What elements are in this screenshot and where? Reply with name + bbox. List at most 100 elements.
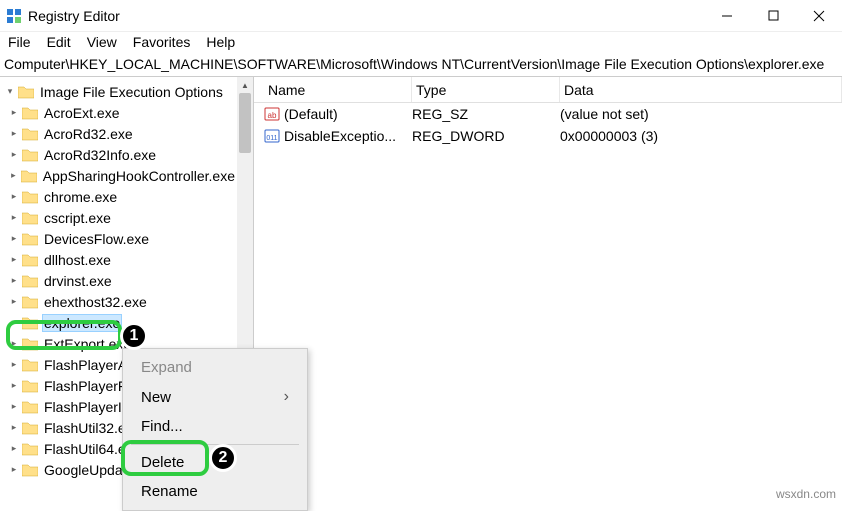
tree-item-label: chrome.exe — [42, 189, 119, 205]
column-data[interactable]: Data — [560, 77, 842, 102]
minimize-button[interactable] — [704, 0, 750, 32]
folder-icon — [22, 190, 38, 204]
tree-item[interactable]: ▸drvinst.exe — [0, 270, 237, 291]
chevron-right-icon[interactable]: ▸ — [8, 401, 20, 412]
chevron-right-icon[interactable]: ▸ — [8, 149, 20, 160]
folder-icon — [22, 274, 38, 288]
menu-view[interactable]: View — [87, 34, 117, 50]
tree-item-label: ehexthost32.exe — [42, 294, 149, 310]
tree-item[interactable]: ▸ AcroExt.exe — [0, 102, 237, 123]
value-row[interactable]: ab(Default)REG_SZ(value not set) — [254, 103, 842, 125]
folder-icon — [22, 442, 38, 456]
chevron-right-icon[interactable]: ▸ — [8, 233, 20, 244]
folder-icon — [22, 421, 38, 435]
menu-favorites[interactable]: Favorites — [133, 34, 191, 50]
context-new-label: New — [141, 389, 171, 406]
chevron-right-icon[interactable]: ▸ — [8, 254, 20, 265]
chevron-right-icon[interactable]: ▸ — [8, 443, 20, 454]
value-type: REG_DWORD — [412, 128, 560, 144]
folder-icon — [22, 106, 38, 120]
tree-item[interactable]: ▸ AppSharingHookController.exe — [0, 165, 237, 186]
value-name: DisableExceptio... — [284, 128, 396, 144]
maximize-button[interactable] — [750, 0, 796, 32]
callout-1: 1 — [120, 322, 148, 350]
value-data: 0x00000003 (3) — [560, 128, 842, 144]
chevron-right-icon[interactable]: ▸ — [8, 275, 20, 286]
folder-icon — [21, 169, 37, 183]
tree-item-label: AppSharingHookController.exe — [41, 168, 237, 184]
chevron-right-icon[interactable]: ▸ — [8, 170, 19, 181]
context-find[interactable]: Find... — [125, 412, 305, 441]
chevron-right-icon[interactable]: ▸ — [8, 338, 20, 349]
values-pane: Name Type Data ab(Default)REG_SZ(value n… — [254, 77, 842, 500]
regedit-icon — [6, 8, 22, 24]
value-row[interactable]: 011 DisableExceptio... REG_DWORD0x00000003… — [254, 125, 842, 147]
tree-item-label: AcroExt.exe — [42, 105, 121, 121]
scroll-thumb[interactable] — [239, 93, 251, 153]
tree-item-label: cscript.exe — [42, 210, 113, 226]
menu-edit[interactable]: Edit — [47, 34, 71, 50]
value-type-icon: ab — [264, 106, 280, 122]
tree-item[interactable]: ▸ ehexthost32.exe — [0, 291, 237, 312]
column-name[interactable]: Name — [264, 77, 412, 102]
close-button[interactable] — [796, 0, 842, 32]
tree-item[interactable]: ▸ dllhost.exe — [0, 249, 237, 270]
chevron-right-icon[interactable]: ▸ — [8, 422, 20, 433]
tree-item[interactable]: ▸explorer.exe — [0, 312, 237, 333]
chevron-right-icon[interactable]: ▸ — [8, 317, 20, 328]
tree-item[interactable]: ▸ AcroRd32.exe — [0, 123, 237, 144]
value-type: REG_SZ — [412, 106, 560, 122]
tree-root[interactable]: ▾ Image File Execution Options — [0, 81, 237, 102]
tree-item-label: dllhost.exe — [42, 252, 113, 268]
folder-icon — [22, 148, 38, 162]
menubar: File Edit View Favorites Help — [0, 32, 842, 54]
svg-text:011: 011 — [266, 135, 277, 142]
chevron-right-icon[interactable]: ▸ — [8, 191, 20, 202]
folder-icon — [22, 295, 38, 309]
context-expand[interactable]: Expand — [125, 353, 305, 382]
tree-item-label: AcroRd32Info.exe — [42, 147, 158, 163]
context-separator — [131, 444, 299, 445]
svg-text:ab: ab — [268, 111, 277, 120]
tree-item[interactable]: ▸ chrome.exe — [0, 186, 237, 207]
address-bar[interactable]: Computer\HKEY_LOCAL_MACHINE\SOFTWARE\Mic… — [0, 54, 842, 77]
tree-root-label: Image File Execution Options — [38, 84, 225, 100]
chevron-right-icon[interactable]: ▸ — [8, 296, 20, 307]
tree-item[interactable]: ▸ DevicesFlow.exe — [0, 228, 237, 249]
tree-item-label: AcroRd32.exe — [42, 126, 135, 142]
value-type-icon: 011 — [264, 128, 280, 144]
folder-icon — [22, 463, 38, 477]
folder-icon — [22, 379, 38, 393]
context-new[interactable]: New — [125, 382, 305, 412]
folder-icon — [22, 358, 38, 372]
chevron-right-icon[interactable]: ▸ — [8, 128, 20, 139]
chevron-right-icon[interactable]: ▸ — [8, 212, 20, 223]
folder-icon — [22, 211, 38, 225]
folder-icon — [22, 400, 38, 414]
chevron-right-icon[interactable]: ▸ — [8, 359, 20, 370]
folder-icon — [22, 337, 38, 351]
chevron-right-icon[interactable]: ▸ — [8, 380, 20, 391]
values-list: ab(Default)REG_SZ(value not set) 011 Disab… — [254, 103, 842, 147]
watermark: wsxdn.com — [776, 487, 836, 501]
folder-icon — [22, 253, 38, 267]
window-controls — [704, 0, 842, 32]
menu-help[interactable]: Help — [206, 34, 235, 50]
values-header: Name Type Data — [254, 77, 842, 103]
chevron-right-icon[interactable]: ▸ — [8, 107, 20, 118]
tree-item[interactable]: ▸ cscript.exe — [0, 207, 237, 228]
chevron-down-icon[interactable]: ▾ — [4, 86, 16, 97]
column-type[interactable]: Type — [412, 77, 560, 102]
scroll-up-icon[interactable]: ▲ — [237, 77, 253, 93]
chevron-right-icon[interactable]: ▸ — [8, 464, 20, 475]
callout-2: 2 — [209, 444, 237, 472]
context-menu: Expand New Find... Delete Rename — [122, 348, 308, 511]
tree-item-label: DevicesFlow.exe — [42, 231, 151, 247]
menu-file[interactable]: File — [8, 34, 31, 50]
folder-icon — [22, 316, 38, 330]
folder-icon — [22, 232, 38, 246]
value-data: (value not set) — [560, 106, 842, 122]
context-rename[interactable]: Rename — [125, 477, 305, 506]
titlebar: Registry Editor — [0, 0, 842, 32]
tree-item[interactable]: ▸ AcroRd32Info.exe — [0, 144, 237, 165]
